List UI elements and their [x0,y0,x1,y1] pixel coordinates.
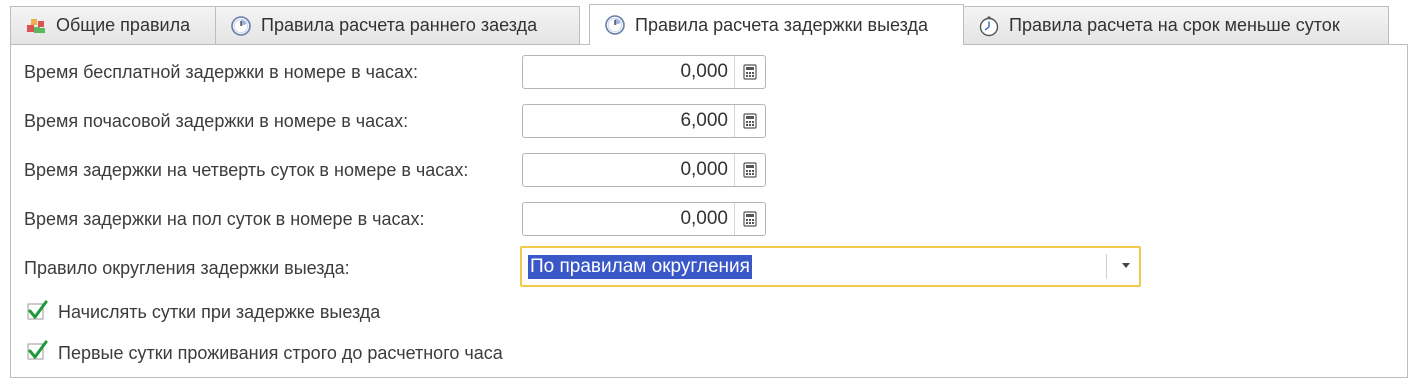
calculator-icon[interactable] [734,105,765,137]
tab-short-stay[interactable]: Правила расчета на срок меньше суток [963,6,1389,44]
first-day-strict-label: Первые сутки проживания строго до расчет… [58,343,503,363]
clock-icon [230,15,252,37]
tab-label: Общие правила [56,15,191,35]
chevron-down-icon[interactable] [1122,263,1130,268]
half-day-delay-field[interactable]: 0,000 [522,202,766,236]
checkmark-icon [27,340,48,360]
clock-icon [604,14,626,36]
half-day-delay-value[interactable]: 0,000 [523,203,734,235]
quarter-day-delay-value[interactable]: 0,000 [523,154,734,186]
charge-day-checkbox[interactable] [26,300,48,322]
hourly-delay-label: Время почасовой задержки в номере в часа… [24,111,409,131]
first-day-strict-checkbox[interactable] [26,340,48,362]
rules-blocks-icon [25,15,47,37]
calculator-icon[interactable] [734,154,765,186]
rounding-rule-value[interactable]: По правилам округления [528,254,752,279]
rounding-rule-select[interactable]: По правилам округления [520,246,1141,287]
free-delay-label: Время бесплатной задержки в номере в час… [24,62,419,82]
checkmark-icon [27,300,48,320]
pocket-watch-icon [978,15,1000,37]
charge-day-label: Начислять сутки при задержке выезда [58,302,381,322]
quarter-day-delay-field[interactable]: 0,000 [522,153,766,187]
quarter-day-delay-label: Время задержки на четверть суток в номер… [24,160,469,180]
tab-late-checkout[interactable]: Правила расчета задержки выезда [589,4,964,45]
tab-early-checkin[interactable]: Правила расчета раннего заезда [215,6,580,44]
tab-label: Правила расчета на срок меньше суток [1009,15,1340,35]
rounding-rule-label: Правило округления задержки выезда: [24,258,350,278]
half-day-delay-label: Время задержки на пол суток в номере в ч… [24,209,425,229]
free-delay-field[interactable]: 0,000 [522,55,766,89]
free-delay-value[interactable]: 0,000 [523,56,734,88]
hourly-delay-value[interactable]: 6,000 [523,105,734,137]
hourly-delay-field[interactable]: 6,000 [522,104,766,138]
calculator-icon[interactable] [734,56,765,88]
tab-label: Правила расчета раннего заезда [261,15,538,35]
tab-label: Правила расчета задержки выезда [635,14,929,35]
select-divider [1106,254,1107,279]
calculator-icon[interactable] [734,203,765,235]
tab-general-rules[interactable]: Общие правила [10,6,216,44]
